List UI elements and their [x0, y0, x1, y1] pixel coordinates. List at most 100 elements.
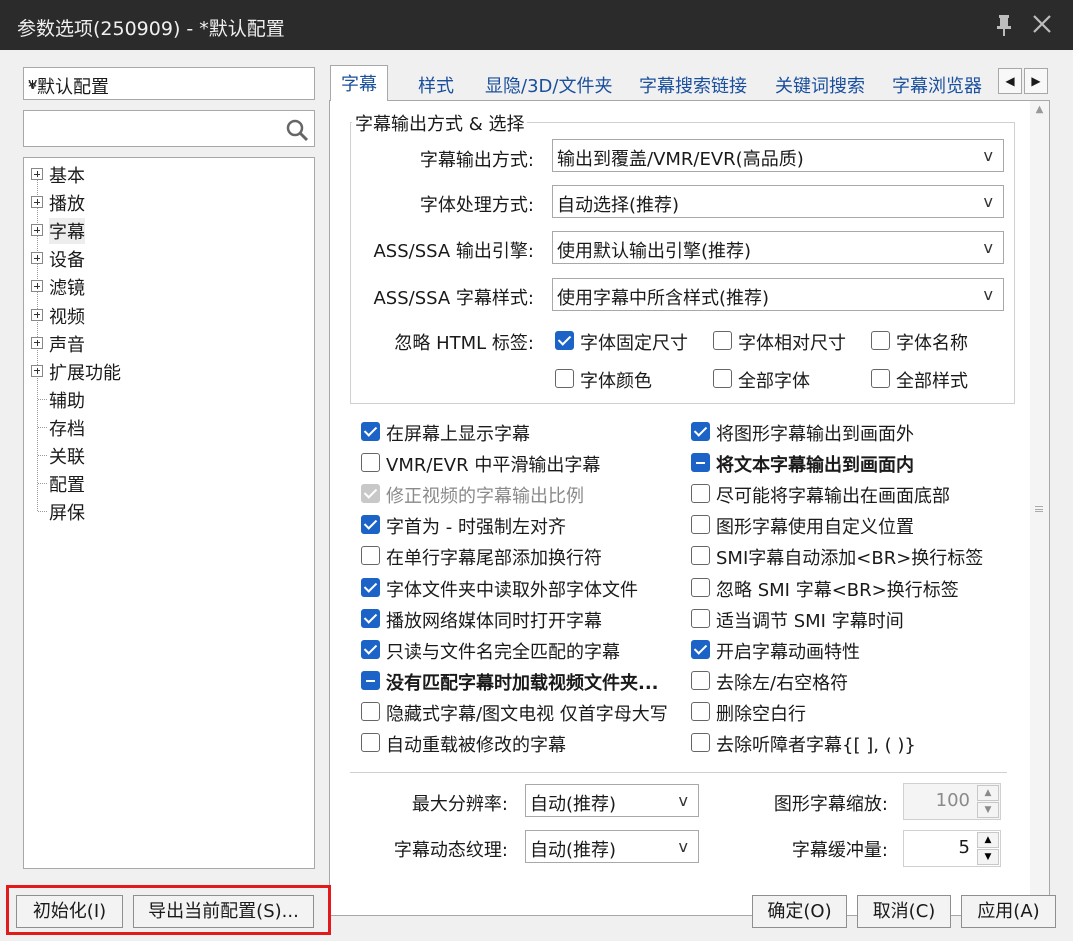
output-method-select[interactable]: 输出到覆盖/VMR/EVR(高品质) v [552, 139, 1004, 172]
tree-item[interactable]: 辅助 [24, 386, 314, 412]
dynamic-texture-select[interactable]: 自动(推荐) v [525, 830, 699, 863]
max-resolution-select[interactable]: 自动(推荐) v [525, 784, 699, 817]
checkbox-label: 将图形字幕输出到画面外 [716, 424, 914, 445]
tab-keyword-search[interactable]: 关键词搜索 [775, 72, 865, 98]
tree-item-label: 配置 [49, 475, 85, 497]
checkbox-box[interactable] [361, 515, 380, 535]
checkbox-box[interactable] [691, 422, 710, 441]
checkbox-box[interactable] [871, 331, 890, 350]
checkbox-box[interactable] [691, 701, 710, 721]
cancel-button[interactable]: 取消(C) [857, 895, 951, 928]
checkbox-label: 将文本字幕输出到画面内 [716, 455, 914, 477]
checkbox-box[interactable] [555, 369, 574, 388]
tree-item[interactable]: 关联 [24, 442, 314, 468]
search-icon[interactable] [285, 118, 309, 142]
tree-item[interactable]: 字幕 [24, 217, 314, 245]
tree-item[interactable]: 设备 [24, 245, 314, 271]
ass-style-select[interactable]: 使用字幕中所含样式(推荐) v [552, 278, 1004, 311]
ok-button[interactable]: 确定(O) [752, 895, 847, 928]
tree-item[interactable]: 配置 [24, 470, 314, 496]
tree-item-label: 关联 [49, 447, 85, 468]
expand-plus-icon[interactable] [31, 196, 43, 209]
spin-up-icon[interactable]: ▲ [977, 785, 999, 801]
export-config-button[interactable]: 导出当前配置(S)... [133, 895, 314, 928]
tree-item-label: 视频 [49, 306, 85, 328]
panel-scrollbar[interactable]: ▲ ▼ [1030, 101, 1049, 915]
apply-button[interactable]: 应用(A) [961, 895, 1056, 928]
checkbox-box[interactable] [871, 369, 890, 388]
expand-plus-icon[interactable] [31, 336, 43, 349]
checkbox-box[interactable] [713, 369, 732, 388]
expand-plus-icon[interactable] [31, 224, 43, 237]
scroll-up-icon[interactable]: ▲ [1030, 101, 1049, 118]
tab-scroll-left-icon[interactable]: ◀ [998, 68, 1022, 94]
ass-engine-label: ASS/SSA 输出引擎: [373, 241, 534, 262]
checkbox-box[interactable] [361, 453, 380, 473]
tree-item[interactable]: 声音 [24, 330, 314, 356]
tab-subtitle-browser[interactable]: 字幕浏览器 [892, 72, 982, 98]
initialize-button[interactable]: 初始化(I) [16, 895, 123, 928]
settings-tree: 基本播放 字幕 设备 滤镜视频声音扩展功能 辅助 存档关联配置 屏保 [23, 157, 315, 869]
checkbox-label: 开启字幕动画特性 [716, 641, 860, 663]
checkbox-box[interactable] [691, 733, 710, 752]
expand-plus-icon[interactable] [31, 364, 43, 377]
tree-item[interactable]: 播放 [24, 189, 314, 215]
tree-item[interactable]: 滤镜 [24, 273, 314, 299]
spin-down-icon[interactable]: ▼ [977, 849, 999, 865]
checkbox-box[interactable] [361, 577, 380, 597]
spin-down-icon[interactable]: ▼ [977, 802, 999, 818]
scroll-grip-icon[interactable] [1035, 506, 1043, 512]
checkbox-box[interactable] [361, 546, 380, 566]
checkbox-box[interactable] [691, 546, 710, 566]
expand-plus-icon[interactable] [31, 308, 43, 321]
tree-item[interactable]: 存档 [24, 414, 314, 440]
checkbox-box[interactable] [361, 701, 380, 721]
tree-item[interactable]: 屏保 [24, 498, 314, 524]
checkbox-box[interactable] [361, 639, 380, 659]
tab-style[interactable]: 样式 [418, 72, 454, 98]
search-input[interactable] [24, 111, 274, 144]
buffer-spinner[interactable]: 5 ▲ ▼ [903, 830, 1001, 867]
close-icon[interactable] [1029, 11, 1055, 37]
checkbox-box[interactable] [691, 639, 710, 659]
checkbox-label: 没有匹配字幕时加载视频文件夹... [386, 672, 659, 694]
checkbox-box[interactable] [361, 733, 380, 752]
checkbox-box[interactable] [361, 422, 380, 441]
font-handling-select[interactable]: 自动选择(推荐) v [552, 185, 1004, 218]
ass-engine-value: 使用默认输出引擎(推荐) [557, 241, 752, 262]
tree-item[interactable]: 扩展功能 [24, 358, 314, 384]
checkbox-box[interactable] [691, 608, 710, 628]
chevron-down-icon: v [678, 791, 688, 810]
spin-up-icon[interactable]: ▲ [977, 832, 999, 848]
expand-plus-icon[interactable] [31, 168, 43, 180]
tree-item[interactable]: 基本 [24, 161, 314, 187]
tree-item[interactable]: 视频 [24, 302, 314, 328]
expand-plus-icon[interactable] [31, 252, 43, 265]
checkbox-label: VMR/EVR 中平滑输出字幕 [386, 455, 601, 477]
tree-item-label: 声音 [49, 334, 85, 356]
checkbox-box[interactable] [691, 484, 710, 504]
checkbox-box[interactable] [361, 608, 380, 628]
tab-visibility-3d-folder[interactable]: 显隐/3D/文件夹 [485, 72, 612, 98]
checkbox-label: 只读与文件名完全匹配的字幕 [386, 641, 620, 663]
tab-scroll-right-icon[interactable]: ▶ [1024, 68, 1048, 94]
checkbox-box[interactable] [691, 577, 710, 597]
expand-plus-icon[interactable] [31, 280, 43, 293]
graphic-scale-spinner[interactable]: 100 ▲ ▼ [903, 783, 1001, 820]
search-field[interactable] [23, 110, 315, 147]
tree-item-label: 扩展功能 [49, 362, 121, 384]
ass-engine-select[interactable]: 使用默认输出引擎(推荐) v [552, 231, 1004, 264]
checkbox-box[interactable] [361, 670, 380, 690]
tree-item-label: 播放 [49, 194, 85, 216]
checkbox-box[interactable] [691, 670, 710, 690]
checkbox-box[interactable] [691, 453, 710, 473]
checkbox-box[interactable] [691, 515, 710, 535]
profile-dropdown[interactable]: *默认配置 v [23, 67, 315, 100]
checkbox-box[interactable] [555, 331, 574, 350]
tab-subtitle[interactable]: 字幕 [330, 65, 388, 101]
checkbox-box[interactable] [713, 331, 732, 350]
pin-icon[interactable] [994, 13, 1014, 37]
checkbox-label: 删除空白行 [716, 703, 806, 725]
tab-subtitle-search-links[interactable]: 字幕搜索链接 [639, 72, 747, 98]
checkbox-box[interactable] [361, 484, 380, 504]
